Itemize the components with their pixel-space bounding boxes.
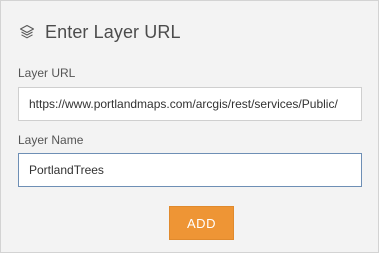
layer-url-label: Layer URL <box>18 66 76 80</box>
dialog-title: Enter Layer URL <box>45 21 181 42</box>
layers-icon <box>18 23 36 41</box>
add-button[interactable]: ADD <box>169 206 234 240</box>
layer-name-input[interactable] <box>18 153 362 187</box>
dialog-header: Enter Layer URL <box>18 19 181 45</box>
layer-name-label: Layer Name <box>18 133 84 147</box>
layer-url-input[interactable] <box>18 87 362 121</box>
add-layer-panel: Enter Layer URL Layer URL Layer Name ADD <box>0 0 379 253</box>
